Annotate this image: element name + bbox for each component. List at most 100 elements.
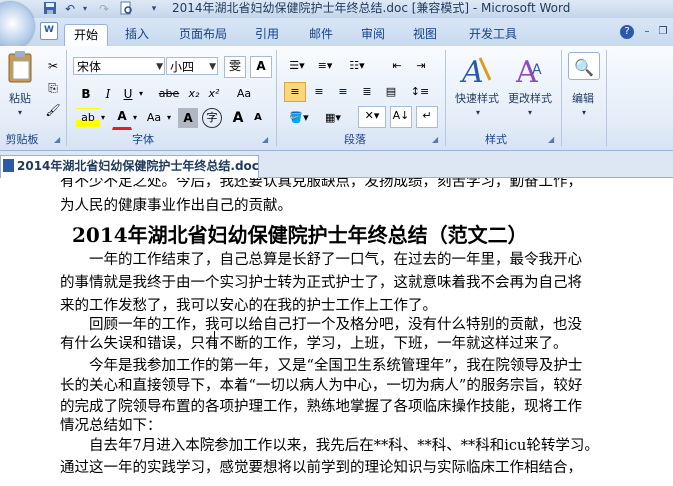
editing-label[interactable]: 编辑 (566, 92, 600, 106)
paste-icon[interactable] (6, 50, 34, 91)
char-shading-button[interactable]: A (178, 108, 198, 128)
line-spacing-icon[interactable]: ↕≡ (406, 82, 434, 102)
change-styles-label[interactable]: 更改样式 (504, 92, 556, 106)
editing-dropdown-icon[interactable]: ▾ (578, 106, 590, 120)
tab-page-layout[interactable]: 页面布局 (172, 24, 234, 46)
doc-line: 的完成了院领导布置的各项护理工作，熟练地掌握了各项临床操作技能，现将工作 (60, 399, 582, 415)
clipboard-launcher-icon[interactable]: ◢ (54, 135, 60, 144)
show-marks-icon[interactable]: ↵ (416, 106, 438, 128)
tab-mailings[interactable]: 邮件 (300, 24, 342, 46)
italic-button[interactable]: I (98, 84, 118, 104)
quick-styles-icon[interactable]: A (456, 54, 496, 95)
font-name-combo[interactable]: 宋体 ▼ (73, 57, 165, 75)
help-icon[interactable]: ? (620, 25, 634, 39)
sort-icon[interactable]: A↓ (390, 106, 412, 128)
align-center-icon[interactable]: ≡ (308, 82, 330, 102)
shading-icon[interactable]: 🪣▾ (284, 108, 314, 128)
align-left-icon[interactable]: ≡ (284, 82, 306, 102)
redo-icon[interactable]: ↷ (96, 1, 112, 17)
increase-indent-icon[interactable]: ⇥ (410, 56, 432, 76)
change-case-dropdown-icon[interactable]: ▾ (164, 108, 174, 128)
group-separator (276, 50, 277, 146)
paste-dropdown-icon[interactable]: ▾ (12, 106, 28, 120)
clear-formatting-button[interactable]: Aa (232, 84, 256, 104)
restore-icon[interactable]: ❐ (656, 25, 670, 39)
change-case-button[interactable]: Aa (142, 108, 166, 128)
tab-insert[interactable]: 插入 (116, 24, 158, 46)
quick-styles-dropdown-icon[interactable]: ▾ (472, 106, 484, 120)
font-size-combo[interactable]: 小四 ▼ (166, 57, 218, 75)
change-styles-dropdown-icon[interactable]: ▾ (524, 106, 536, 120)
group-separator (445, 50, 446, 146)
tab-home[interactable]: 开始 (64, 24, 108, 47)
document-heading: 2014年湖北省妇幼保健院护士年终总结（范文二） (72, 223, 528, 247)
font-name-value: 宋体 (77, 60, 102, 74)
paste-button-label[interactable]: 粘贴 (4, 92, 36, 106)
char-border-icon[interactable]: A (250, 56, 272, 78)
undo-dropdown-icon[interactable]: ▾ (80, 1, 90, 17)
paragraph-launcher-icon[interactable]: ◢ (432, 135, 438, 144)
justify-icon[interactable]: ≣ (356, 82, 378, 102)
shrink-font-button[interactable]: A (248, 108, 268, 128)
doc-line: 一年的工作结束了，自己总算是长舒了一口气，在过去的一年里，最令我开心 (60, 252, 582, 268)
highlight-button[interactable]: ab (76, 108, 100, 128)
underline-dropdown-icon[interactable]: ▾ (136, 84, 146, 104)
doc-line: 通过这一年的实践学习，感觉要想将以前学到的理论知识与实际临床工作相结合， (60, 460, 582, 476)
undo-icon[interactable]: ↶ (62, 1, 78, 17)
tab-references[interactable]: 引用 (246, 24, 288, 46)
minimize-ribbon-icon[interactable]: – (640, 25, 654, 39)
doc-line: 回顾一年的工作，我可以给自己打一个及格分吧，没有什么特别的贡献，也没 (60, 317, 582, 333)
format-painter-icon[interactable]: 🖌 (44, 100, 62, 118)
highlight-dropdown-icon[interactable]: ▾ (98, 108, 108, 128)
clear-formatting-label: Aa (236, 87, 252, 100)
find-binoculars-icon[interactable]: 🔍 (568, 52, 600, 80)
word-icon: W (40, 22, 58, 40)
ribbon-tabs: W 开始 插入 页面布局 引用 邮件 审阅 视图 开发工具 ? – ❐ (0, 2, 673, 50)
doc-line: 长的关心和直接领导下，本着“一切以病人为中心，一切为病人”的服务宗旨，较好 (60, 378, 583, 394)
align-right-icon[interactable]: ≡ (332, 82, 354, 102)
save-icon[interactable] (42, 1, 58, 17)
doc-line: 来的工作发愁了，我可以安心的在我的护士工作上工作了。 (60, 298, 437, 314)
paragraph-group-label: 段落 (344, 133, 366, 146)
enclose-char-button[interactable]: 字 (202, 108, 222, 128)
chevron-down-icon: ▼ (156, 62, 163, 72)
phonetic-guide-icon[interactable]: 雯 (224, 56, 246, 78)
chinese-layout-icon[interactable]: ✕▾ (358, 106, 386, 128)
font-color-dropdown-icon[interactable]: ▾ (130, 108, 140, 128)
group-separator (66, 50, 67, 146)
window-title: 2014年湖北省妇幼保健院护士年终总结.doc [兼容模式] - Microso… (172, 1, 571, 15)
distributed-icon[interactable]: ▤ (380, 82, 402, 102)
underline-button[interactable]: U (118, 84, 138, 104)
bold-button[interactable]: B (76, 84, 96, 104)
doc-line: 有什么失误和错误，只有不断的工作，学习，上班，下班，一年就这样过来了。 (60, 336, 568, 352)
text-cursor (214, 331, 215, 348)
grow-font-button[interactable]: A (228, 108, 248, 128)
font-color-button[interactable]: A (112, 108, 132, 130)
borders-icon[interactable]: ▦▾ (318, 108, 348, 128)
quick-styles-label[interactable]: 快速样式 (452, 92, 502, 106)
subscript-button[interactable]: x₂ (184, 84, 204, 104)
font-launcher-icon[interactable]: ◢ (262, 135, 268, 144)
superscript-button[interactable]: x² (204, 84, 224, 104)
styles-launcher-icon[interactable]: ◢ (548, 135, 554, 144)
cut-icon[interactable]: ✂ (44, 56, 62, 74)
strikethrough-button[interactable]: abe (156, 84, 182, 104)
multilevel-list-icon[interactable]: ☷▾ (340, 56, 374, 76)
tab-review[interactable]: 审阅 (352, 24, 394, 46)
decrease-indent-icon[interactable]: ⇤ (386, 56, 408, 76)
group-separator (606, 50, 607, 146)
tab-view[interactable]: 视图 (404, 24, 446, 46)
tab-developer[interactable]: 开发工具 (460, 24, 526, 46)
numbering-icon[interactable]: ≡▾ (312, 56, 338, 76)
document-tab[interactable]: 2014年湖北省妇幼保健院护士年终总结.doc (0, 155, 259, 178)
customize-qat-icon[interactable]: ▾ (148, 1, 160, 17)
change-styles-icon[interactable]: AA (510, 54, 550, 95)
svg-text:A: A (532, 62, 542, 78)
doc-line: 情况总结如下： (60, 418, 162, 434)
font-group-label: 字体 (132, 133, 154, 146)
clipboard-group-label: 剪贴板 (5, 133, 39, 146)
copy-icon[interactable]: ⎘ (44, 78, 62, 96)
bullets-icon[interactable]: ☰▾ (284, 56, 310, 76)
document-page[interactable]: 有不少不足之处。今后，我还要认真克服缺点，发扬成绩，刻苦学习，勤奋工作， 为人民… (0, 178, 673, 486)
print-preview-icon[interactable] (118, 1, 134, 17)
